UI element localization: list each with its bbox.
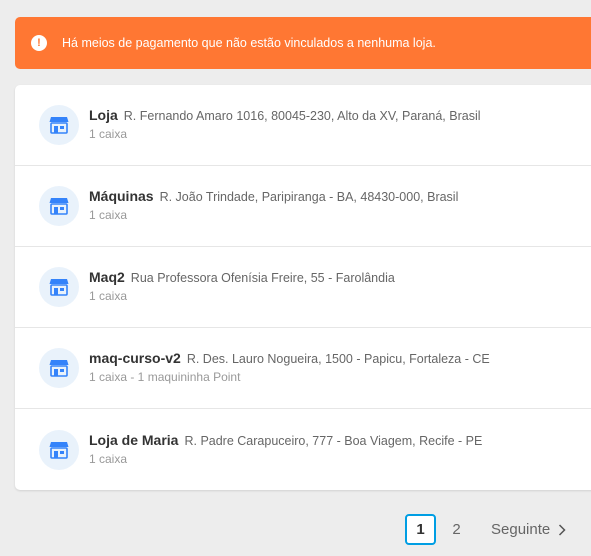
- store-name: Máquinas: [89, 188, 154, 204]
- store-name: Loja de Maria: [89, 431, 179, 448]
- store-icon: [39, 429, 79, 470]
- store-icon: [39, 105, 79, 145]
- store-icon: [39, 348, 79, 388]
- warning-alert: ! Há meios de pagamento que não estão vi…: [15, 17, 591, 69]
- pagination: 1 2 Seguinte: [405, 514, 566, 545]
- store-address: R. João Trindade, Paripiranga - BA, 4843…: [159, 190, 459, 204]
- store-row-maquinas[interactable]: Máquinas R. João Trindade, Paripiranga -…: [15, 166, 591, 247]
- store-detail: 1 caixa: [89, 127, 128, 141]
- store-address: R. Padre Carapuceiro, 777 - Boa Viagem, …: [184, 433, 483, 448]
- store-name: Loja: [89, 107, 118, 123]
- store-icon: [39, 267, 79, 307]
- alert-text: Há meios de pagamento que não estão vinc…: [62, 36, 436, 50]
- page-2-button[interactable]: 2: [441, 514, 472, 545]
- store-detail: 1 caixa: [89, 289, 128, 303]
- store-address: R. Fernando Amaro 1016, 80045-230, Alto …: [123, 109, 481, 123]
- next-page-label: Seguinte: [491, 521, 551, 538]
- page-1-button[interactable]: 1: [405, 514, 436, 545]
- store-detail: 1 caixa: [89, 451, 128, 466]
- next-page-button[interactable]: Seguinte: [491, 521, 566, 538]
- store-detail: 1 caixa - 1 maquininha Point: [89, 370, 241, 384]
- store-row-maq2[interactable]: Maq2 Rua Professora Ofenísia Freire, 55 …: [15, 247, 591, 328]
- store-name: maq-curso-v2: [89, 350, 181, 366]
- store-list: Loja R. Fernando Amaro 1016, 80045-230, …: [15, 85, 591, 490]
- store-row-maq-curso-v2[interactable]: maq-curso-v2 R. Des. Lauro Nogueira, 150…: [15, 328, 591, 409]
- store-address: Rua Professora Ofenísia Freire, 55 - Far…: [130, 271, 395, 285]
- store-icon: [39, 186, 79, 226]
- chevron-right-icon: [559, 523, 566, 536]
- exclamation-icon: !: [31, 35, 47, 51]
- store-detail: 1 caixa: [89, 208, 128, 222]
- store-name: Maq2: [89, 269, 125, 285]
- store-row-loja[interactable]: Loja R. Fernando Amaro 1016, 80045-230, …: [15, 85, 591, 166]
- store-address: R. Des. Lauro Nogueira, 1500 - Papicu, F…: [186, 352, 490, 366]
- store-row-loja-de-maria[interactable]: Loja de Maria R. Padre Carapuceiro, 777 …: [15, 409, 591, 490]
